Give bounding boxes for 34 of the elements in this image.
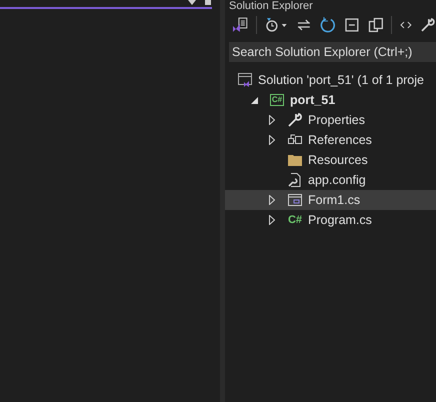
tree-row[interactable]: app.config xyxy=(225,170,436,190)
item-label: Solution 'port_51' (1 of 1 proje xyxy=(258,72,424,89)
folder-icon xyxy=(287,152,303,168)
history-icon[interactable] xyxy=(264,17,288,33)
tree-row[interactable]: Resources xyxy=(225,150,436,170)
config-file-icon xyxy=(287,172,303,188)
wrench-icon xyxy=(287,112,303,128)
tree-row[interactable]: Form1.cs xyxy=(225,190,436,210)
csharp-file-icon: C# xyxy=(288,214,302,226)
collapse-all-icon[interactable] xyxy=(344,17,360,33)
item-label: Resources xyxy=(308,152,368,169)
tree-row[interactable]: Solution 'port_51' (1 of 1 proje xyxy=(225,70,436,90)
csharp-project-icon: C# xyxy=(270,94,284,106)
form-icon xyxy=(287,192,303,208)
item-label: References xyxy=(308,132,372,149)
item-label: Form1.cs xyxy=(308,192,360,209)
search-field[interactable]: Search Solution Explorer (Ctrl+;) xyxy=(229,42,436,62)
copy-icon[interactable] xyxy=(368,17,384,33)
item-label: app.config xyxy=(308,172,366,189)
solution-view-icon[interactable] xyxy=(232,17,248,33)
tree-row[interactable]: References xyxy=(225,130,436,150)
item-label: Program.cs xyxy=(308,212,372,229)
item-label: port_51 xyxy=(290,92,336,109)
tree-row[interactable]: C# Program.cs xyxy=(225,210,436,230)
dropdown-icon[interactable] xyxy=(188,0,196,5)
refresh-icon[interactable] xyxy=(320,17,336,33)
sync-icon[interactable] xyxy=(296,17,312,33)
expanded-arrow-icon[interactable] xyxy=(251,96,258,104)
solution-icon xyxy=(237,72,253,88)
item-label: Properties xyxy=(308,112,365,129)
panel-title: Solution Explorer xyxy=(228,0,314,12)
wrench-icon[interactable] xyxy=(420,17,436,33)
tree-row[interactable]: Properties xyxy=(225,110,436,130)
tree-row[interactable]: C# port_51 xyxy=(225,90,436,110)
